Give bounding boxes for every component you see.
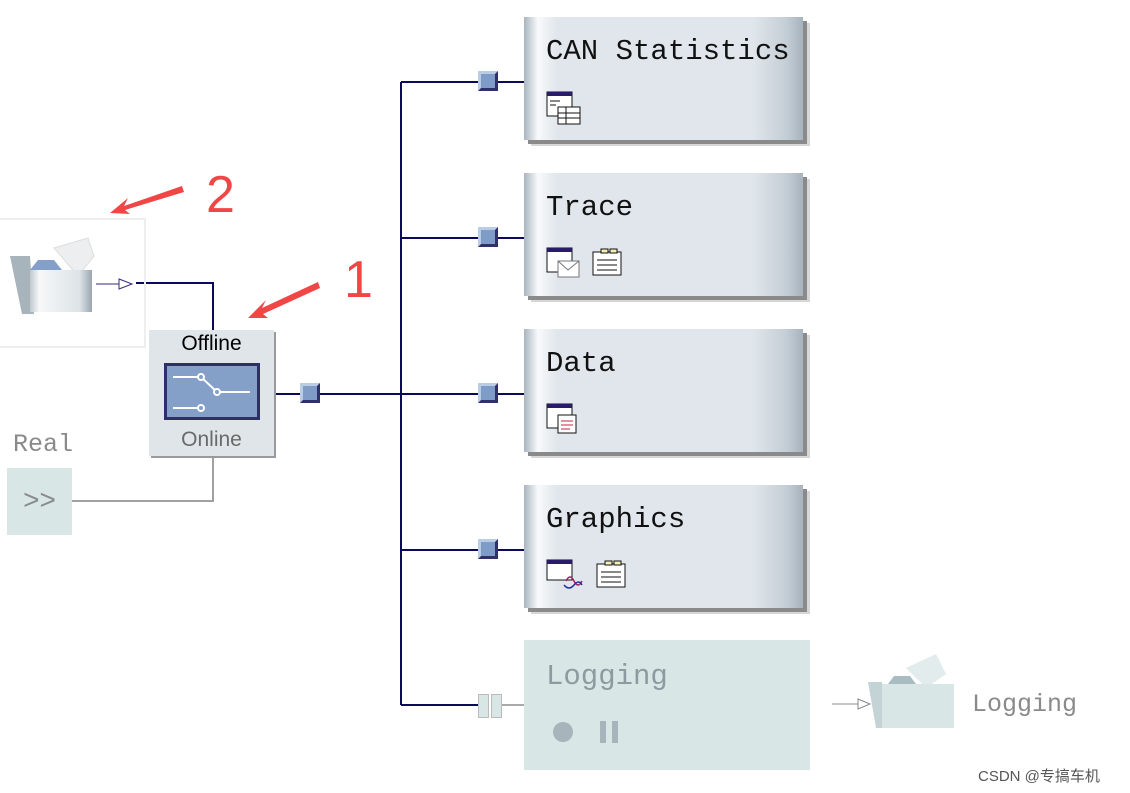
annotation-one: 1 bbox=[344, 251, 373, 309]
can-statistics-connector[interactable] bbox=[478, 71, 498, 91]
block-data[interactable]: Data bbox=[524, 329, 803, 452]
block-title: Logging bbox=[546, 660, 668, 693]
switch-online-label: Online bbox=[181, 428, 242, 451]
offline-online-switch[interactable]: Offline Online bbox=[149, 330, 274, 456]
logging-node-label: Logging bbox=[972, 690, 1078, 719]
block-title: CAN Statistics bbox=[546, 35, 790, 68]
trace-connector[interactable] bbox=[478, 227, 498, 247]
pause-icon[interactable] bbox=[600, 721, 618, 743]
real-source-button[interactable]: >> bbox=[7, 468, 72, 535]
real-label: Real bbox=[13, 430, 74, 459]
data-window-icon[interactable] bbox=[546, 403, 580, 435]
message-window-icon[interactable] bbox=[546, 247, 580, 279]
switch-icon[interactable] bbox=[164, 363, 260, 420]
block-can-statistics[interactable]: CAN Statistics bbox=[524, 17, 803, 140]
record-icon[interactable] bbox=[553, 722, 573, 742]
switch-offline-label: Offline bbox=[181, 332, 242, 355]
logging-folder-icon[interactable] bbox=[866, 652, 958, 732]
notes-icon[interactable] bbox=[592, 247, 624, 277]
block-logging[interactable]: Logging bbox=[524, 640, 810, 770]
block-title: Graphics bbox=[546, 503, 686, 536]
block-title: Data bbox=[546, 347, 616, 380]
forward-icon: >> bbox=[23, 484, 56, 515]
logging-connector-break[interactable] bbox=[478, 694, 502, 718]
block-title: Trace bbox=[546, 191, 634, 224]
switch-connector[interactable] bbox=[300, 383, 320, 403]
block-graphics[interactable]: Graphics bbox=[524, 485, 803, 608]
data-connector[interactable] bbox=[478, 383, 498, 403]
notes-icon[interactable] bbox=[596, 559, 628, 589]
annotation-two: 2 bbox=[206, 166, 235, 224]
block-trace[interactable]: Trace bbox=[524, 173, 803, 296]
watermark: CSDN @专搞车机 bbox=[978, 768, 1100, 785]
graphics-connector[interactable] bbox=[478, 539, 498, 559]
folder-icon[interactable] bbox=[8, 236, 98, 318]
statistics-window-icon[interactable] bbox=[546, 91, 582, 125]
graphics-window-icon[interactable] bbox=[546, 559, 584, 591]
